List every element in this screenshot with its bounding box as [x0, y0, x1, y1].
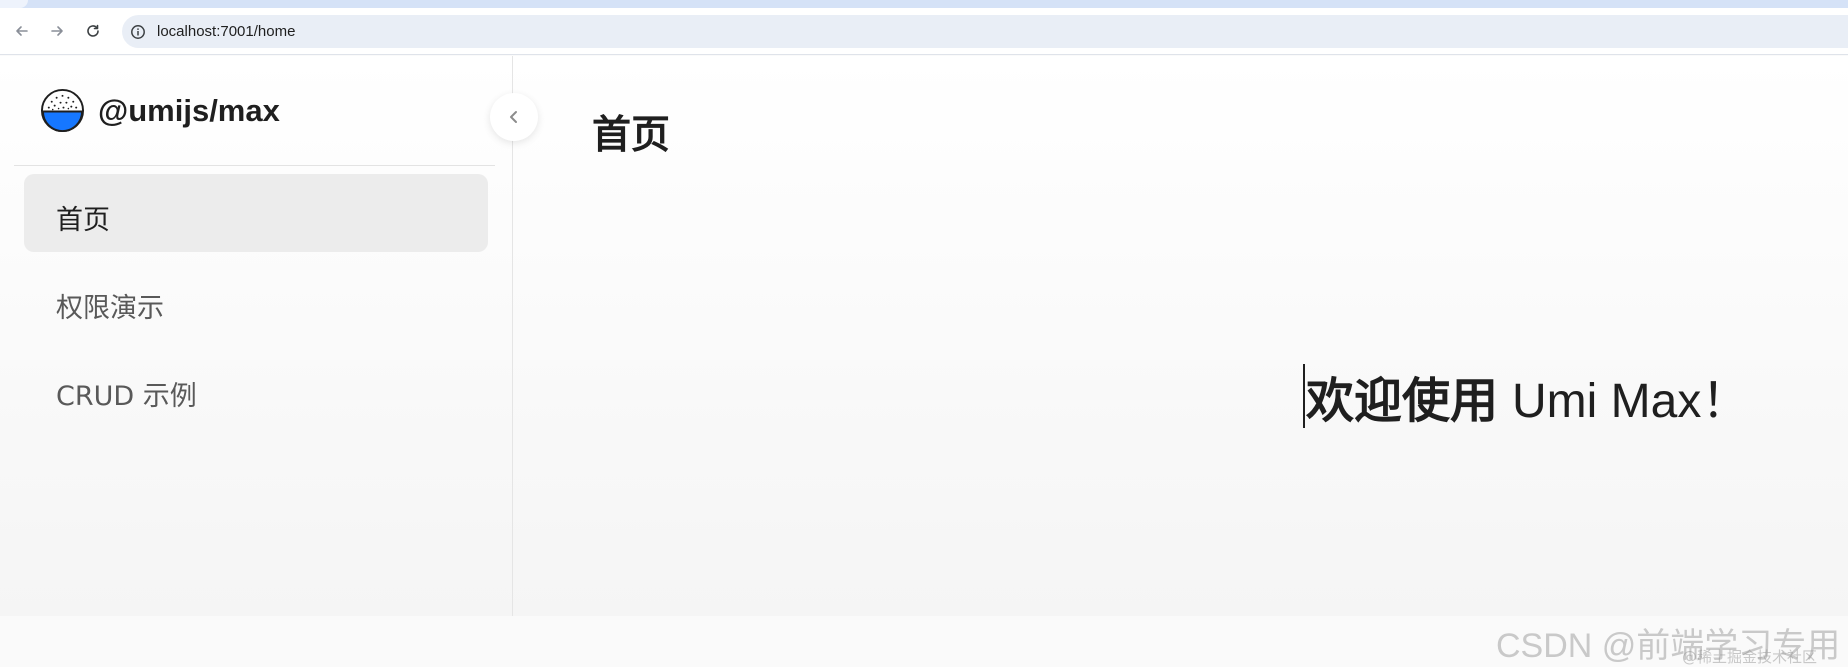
logo-header[interactable]: @umijs/max	[14, 56, 495, 166]
app-title: @umijs/max	[98, 93, 280, 128]
rice-bowl-icon	[40, 88, 85, 133]
url-text[interactable]: localhost:7001/home	[157, 23, 295, 40]
sidebar-item-label: 首页	[56, 205, 110, 236]
browser-tab-strip	[0, 0, 1848, 8]
back-button[interactable]	[11, 20, 33, 42]
page-title: 首页	[592, 113, 671, 158]
sidebar-item-label: 权限演示	[56, 293, 164, 324]
sidebar-item-home[interactable]: 首页	[24, 174, 488, 252]
reload-button[interactable]	[82, 20, 104, 42]
tab-corner	[0, 0, 28, 8]
app-layout: @umijs/max 首页 权限演示 CRUD 示例 首页 欢迎使用 Umi M…	[0, 56, 1848, 666]
sidebar-item-label: CRUD 示例	[56, 381, 197, 412]
text-cursor	[1303, 364, 1305, 428]
sidebar-item-crud[interactable]: CRUD 示例	[24, 350, 488, 428]
address-bar[interactable]: localhost:7001/home	[122, 15, 1848, 48]
reload-icon	[87, 24, 99, 37]
sidebar: @umijs/max 首页 权限演示 CRUD 示例	[0, 56, 513, 616]
forward-button[interactable]	[46, 20, 68, 42]
watermark-subtext: @稀土掘金技术社区	[1682, 648, 1818, 666]
arrow-left-icon	[16, 26, 28, 36]
welcome-text: Umi Max！	[1512, 375, 1750, 428]
chevron-left-icon	[510, 111, 517, 123]
browser-toolbar: localhost:7001/home	[0, 8, 1848, 55]
arrow-right-icon	[51, 26, 63, 36]
info-circle-icon[interactable]	[128, 22, 148, 42]
collapse-sidebar-button[interactable]	[490, 93, 538, 141]
welcome-message: 欢迎使用 Umi Max！	[1303, 361, 1749, 431]
sidebar-item-access[interactable]: 权限演示	[24, 262, 488, 340]
welcome-strong-text: 欢迎使用	[1306, 373, 1499, 429]
